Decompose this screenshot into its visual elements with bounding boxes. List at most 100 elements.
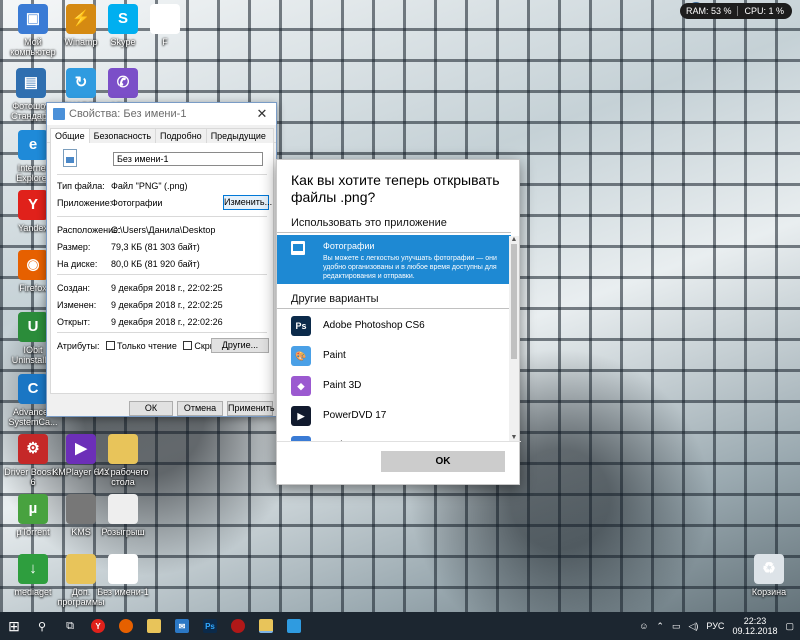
mediaget-icon: ↓ (18, 554, 48, 584)
taskbar-yandex[interactable]: Y (84, 612, 112, 640)
close-icon[interactable]: ✕ (248, 106, 276, 122)
scrollbar-thumb[interactable] (511, 244, 517, 359)
tray-chevron-up-icon[interactable]: ⌃ (656, 621, 664, 632)
desktop-icon-rozygrysh[interactable]: Розыгрыш (94, 494, 152, 537)
language-indicator[interactable]: РУС (706, 621, 724, 631)
taskbar-photoshop[interactable]: Ps (196, 612, 224, 640)
properties-title: Свойства: Без имени-1 (69, 108, 187, 120)
open-with-ok-button[interactable]: OK (381, 451, 505, 472)
desktop-icon-noname[interactable]: Без имени-1 (94, 554, 152, 597)
app-list-scrollbar[interactable]: ▲ ▼ (509, 236, 519, 441)
hidden-checkbox[interactable] (183, 341, 193, 350)
people-icon[interactable]: ☺ (639, 621, 648, 631)
modified-value: 9 декабря 2018 г., 22:02:25 (111, 300, 223, 310)
size-row: Размер: 79,3 КБ (81 303 байт) (57, 242, 200, 252)
app-option[interactable]: 🎨 Paint (277, 342, 511, 370)
fotoshow-icon: ▤ (16, 68, 46, 98)
tab-security[interactable]: Безопасность (88, 128, 157, 143)
divider (57, 216, 267, 217)
clock[interactable]: 22:23 09.12.2018 (732, 616, 777, 636)
advanced-systemcare-icon: C (18, 374, 48, 404)
disk-size-value: 80,0 КБ (81 920 байт) (111, 259, 200, 269)
yandex-icon: Y (18, 190, 48, 220)
desktop-icon-recycle[interactable]: ♻ Корзина (740, 554, 798, 597)
taskbar-explorer-active[interactable] (252, 612, 280, 640)
other-attributes-button[interactable]: Другие... (211, 338, 269, 353)
divider (57, 332, 267, 333)
tab-general[interactable]: Общие (50, 128, 90, 144)
kmplayer-icon: ▶ (66, 434, 96, 464)
open-with-dialog: Как вы хотите теперь открывать файлы .pn… (276, 159, 521, 485)
paint-3d-icon: ◆ (291, 376, 311, 396)
image-file-icon (108, 554, 138, 584)
separator (737, 6, 739, 16)
winamp-icon: ⚡ (66, 4, 96, 34)
skype-icon: S (108, 4, 138, 34)
app-option[interactable]: XXnview (277, 432, 511, 441)
iobit-uninstaller-icon: U (18, 312, 48, 342)
disk-size-label: На диске: (57, 259, 98, 269)
taskbar-app[interactable] (224, 612, 252, 640)
app-icon (287, 619, 301, 633)
app-option-name: Adobe Photoshop CS6 (323, 320, 425, 331)
start-button[interactable]: ⊞ (0, 612, 28, 640)
cancel-button[interactable]: Отмена (177, 401, 223, 416)
search-button[interactable]: ⚲ (28, 612, 56, 640)
folder-icon (108, 434, 138, 464)
app-option[interactable]: ▶ PowerDVD 17 (277, 402, 511, 430)
app-option-name: Paint 3D (323, 380, 362, 391)
taskbar-explorer[interactable] (140, 612, 168, 640)
network-icon[interactable]: ▭ (672, 621, 681, 632)
photoshop-icon: Ps (203, 619, 217, 633)
tab-previous-versions[interactable]: Предыдущие версии (205, 128, 274, 155)
properties-window: Свойства: Без имени-1 ✕ Общие Безопаснос… (46, 102, 277, 417)
readonly-checkbox[interactable] (106, 341, 116, 350)
taskbar-mail[interactable]: ✉ (168, 612, 196, 640)
utorrent-icon: µ (18, 494, 48, 524)
divider (277, 441, 521, 442)
modified-row: Изменен: 9 декабря 2018 г., 22:02:25 (57, 300, 223, 310)
app-option[interactable]: Ps Adobe Photoshop CS6 (277, 312, 511, 340)
created-label: Создан: (57, 283, 91, 293)
app-list: Ps Adobe Photoshop CS6 🎨 Paint ◆ Paint 3D ▶ Pow… (277, 160, 511, 441)
cpu-usage: CPU: 1 % (744, 6, 784, 16)
filename-field[interactable]: Без имени-1 (113, 152, 263, 166)
desktop-icon-label: Из рабочего стола (97, 467, 149, 487)
driver-booster-icon: ⚙ (18, 434, 48, 464)
desktop-icon-fromdesk[interactable]: Из рабочего стола (94, 434, 152, 487)
taskbar-app-2[interactable] (280, 612, 308, 640)
opened-label: Открыт: (57, 317, 91, 327)
image-file-icon (63, 149, 77, 167)
opened-value: 9 декабря 2018 г., 22:02:26 (111, 317, 223, 327)
taskbar-firefox[interactable] (112, 612, 140, 640)
clock-date: 09.12.2018 (732, 626, 778, 636)
windows-icon: ⊞ (8, 617, 20, 634)
created-value: 9 декабря 2018 г., 22:02:25 (111, 283, 223, 293)
scroll-down-icon[interactable]: ▼ (509, 434, 519, 441)
scroll-up-icon[interactable]: ▲ (509, 236, 519, 243)
location-row: Расположение:C:\Users\Данила\Desktop (57, 225, 215, 235)
divider (57, 274, 267, 275)
tab-details[interactable]: Подробно (155, 128, 207, 143)
notifications-icon[interactable]: ▢ (785, 621, 794, 632)
ok-button[interactable]: ОК (129, 401, 173, 416)
location-value: C:\Users\Данила\Desktop (111, 225, 216, 235)
desktop-icon-f[interactable]: F (136, 4, 194, 47)
app-label: Приложение: (57, 198, 113, 208)
attributes-label: Атрибуты: (57, 341, 100, 351)
record-icon (231, 619, 245, 633)
firefox-icon: ◉ (18, 250, 48, 280)
desktop-icon-label: F (162, 37, 168, 47)
location-label: Расположение: (57, 225, 121, 235)
powerdvd-icon: ▶ (291, 406, 311, 426)
size-label: Размер: (57, 242, 91, 252)
app-option[interactable]: ◆ Paint 3D (277, 372, 511, 400)
change-app-button[interactable]: Изменить... (223, 195, 272, 210)
volume-icon[interactable]: ◁) (688, 621, 698, 632)
size-value: 79,3 КБ (81 303 байт) (111, 242, 200, 252)
task-view-button[interactable]: ⧉ (56, 612, 84, 640)
desktop-icon-label: Розыгрыш (101, 527, 145, 537)
file-icon (150, 4, 180, 34)
apply-button[interactable]: Применить (227, 401, 275, 416)
app-option-name: PowerDVD 17 (323, 410, 387, 421)
